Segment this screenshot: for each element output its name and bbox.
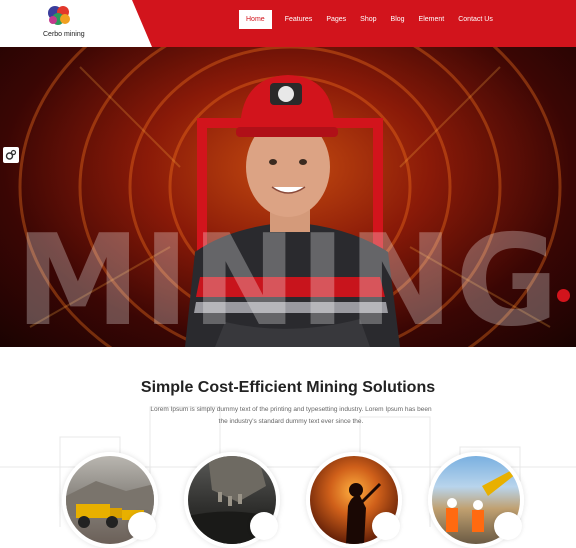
nav-item-contact[interactable]: Contact Us (451, 10, 500, 29)
service-badge (250, 512, 278, 540)
main-nav: Home Features Pages Shop Blog Element Co… (239, 10, 500, 29)
hero-banner: MINING (0, 47, 576, 347)
leaf-logo-icon (48, 6, 70, 25)
nav-item-pages[interactable]: Pages (319, 10, 353, 29)
service-badge (128, 512, 156, 540)
gears-icon (5, 149, 17, 160)
service-badge (372, 512, 400, 540)
nav-item-home[interactable]: Home (239, 10, 272, 29)
logo-area[interactable]: Cerbo mining (0, 0, 152, 47)
section-description: Lorem Ipsum is simply dummy text of the … (150, 406, 432, 425)
header-bar: Cerbo mining Home Features Pages Shop Bl… (0, 0, 576, 47)
nav-item-blog[interactable]: Blog (384, 10, 412, 29)
settings-button[interactable] (3, 147, 19, 163)
nav-item-shop[interactable]: Shop (353, 10, 383, 29)
section-title: Simple Cost-Efficient Mining Solutions (140, 379, 436, 396)
service-badge (494, 512, 522, 540)
hero-background-word: MINING (15, 207, 561, 347)
nav-item-features[interactable]: Features (278, 10, 320, 29)
accent-dot (557, 289, 570, 302)
nav-item-element[interactable]: Element (412, 10, 452, 29)
brand-name: Cerbo mining (43, 31, 85, 38)
